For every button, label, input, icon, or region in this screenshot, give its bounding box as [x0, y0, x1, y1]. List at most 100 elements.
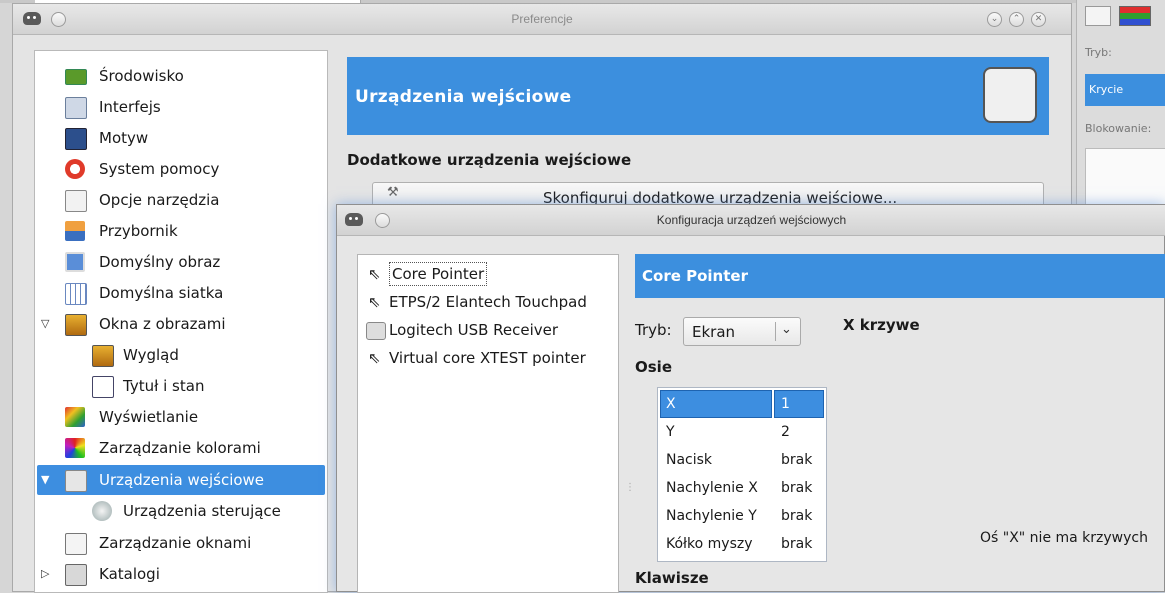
- dock-mode-value: Krycie: [1089, 83, 1124, 96]
- input-devices-dialog: Konfiguracja urządzeń wejściowych ⇖ Core…: [336, 204, 1165, 593]
- image-window-icon: [65, 314, 87, 336]
- axis-value[interactable]: brak: [781, 446, 812, 474]
- dialog-titlebar[interactable]: Konfiguracja urządzeń wejściowych: [337, 205, 1165, 236]
- dock-mode-label: Tryb:: [1085, 46, 1112, 59]
- usb-receiver-icon: [366, 322, 386, 340]
- tree-item-default-grid[interactable]: Domyślna siatka: [35, 278, 327, 308]
- category-tree[interactable]: Środowisko Interfejs Motyw System pomocy…: [34, 50, 328, 593]
- theme-icon: [65, 128, 87, 150]
- joystick-icon: [92, 501, 112, 521]
- dock-tab-icons[interactable]: [1085, 4, 1165, 30]
- device-header: Core Pointer: [635, 254, 1165, 298]
- close-button[interactable]: ✕: [1031, 12, 1046, 27]
- pane-handle[interactable]: ⋮: [625, 483, 635, 505]
- device-item-core-pointer[interactable]: ⇖ Core Pointer: [358, 260, 620, 288]
- axis-value[interactable]: brak: [781, 474, 812, 502]
- minimize-button[interactable]: ⌄: [987, 12, 1002, 27]
- window-title: Preferencje: [511, 12, 573, 26]
- axis-value[interactable]: brak: [781, 502, 812, 530]
- mode-select[interactable]: Ekran ⌄: [683, 317, 801, 346]
- device-label: Virtual core XTEST pointer: [389, 349, 586, 367]
- tree-item-label: Domyślna siatka: [99, 284, 224, 302]
- curves-title: X krzywe: [843, 316, 920, 334]
- window-management-icon: [65, 533, 87, 555]
- toolbox-icon: [65, 221, 85, 241]
- tree-item-label: Wygląd: [123, 346, 179, 364]
- tree-item-display[interactable]: Wyświetlanie: [35, 402, 327, 432]
- axis-value: 1: [781, 396, 790, 412]
- tool-options-icon: [65, 190, 87, 212]
- maximize-button[interactable]: ⌃: [1009, 12, 1024, 27]
- tree-item-color-management[interactable]: Zarządzanie kolorami: [35, 433, 327, 463]
- tree-item-appearance[interactable]: Wygląd: [35, 340, 327, 370]
- page-header: Urządzenia wejściowe: [347, 57, 1049, 135]
- interface-icon: [65, 97, 87, 119]
- tree-item-input-devices[interactable]: ▼ Urządzenia wejściowe: [37, 465, 325, 495]
- device-item-touchpad[interactable]: ⇖ ETPS/2 Elantech Touchpad: [358, 288, 620, 316]
- axis-name: Nacisk: [666, 452, 713, 468]
- tree-item-window-management[interactable]: Zarządzanie oknami: [35, 528, 327, 558]
- dock-mode-select[interactable]: Krycie: [1085, 74, 1165, 106]
- device-label: Core Pointer: [389, 262, 488, 286]
- dock-lock-label: Blokowanie:: [1085, 122, 1152, 135]
- tree-item-label: System pomocy: [99, 160, 220, 178]
- axes-row-selected[interactable]: [660, 390, 824, 418]
- tree-item-environment[interactable]: Środowisko: [35, 61, 327, 91]
- memory-chip-icon: [65, 69, 87, 85]
- device-label: Logitech USB Receiver: [389, 321, 559, 339]
- device-item-xtest-pointer[interactable]: ⇖ Virtual core XTEST pointer: [358, 344, 620, 372]
- axis-value[interactable]: 2: [781, 418, 790, 446]
- tree-item-interface[interactable]: Interfejs: [35, 92, 327, 122]
- tree-item-toolbox[interactable]: Przybornik: [35, 216, 327, 246]
- axis-value[interactable]: brak: [781, 530, 812, 558]
- tree-item-title-status[interactable]: Tytuł i stan: [35, 371, 327, 401]
- input-devices-icon: [65, 470, 87, 492]
- tree-item-label: Okna z obrazami: [99, 315, 226, 333]
- curves-message: Oś "X" nie ma krzywych: [980, 530, 1148, 546]
- dock-layers-area[interactable]: [1085, 148, 1165, 210]
- tree-item-label: Motyw: [99, 129, 149, 147]
- tree-item-label: Zarządzanie oknami: [99, 534, 252, 552]
- tree-item-help-system[interactable]: System pomocy: [35, 154, 327, 184]
- default-image-icon: [65, 252, 85, 272]
- device-item-usb-receiver[interactable]: Logitech USB Receiver: [358, 316, 620, 344]
- tree-item-input-controllers[interactable]: Urządzenia sterujące: [35, 496, 327, 526]
- tree-item-label: Tytuł i stan: [123, 377, 205, 395]
- expander-closed-icon[interactable]: ▷: [41, 559, 49, 589]
- tree-item-folders[interactable]: ▷ Katalogi: [35, 559, 327, 589]
- axes-table[interactable]: X 1 Y 2 Nacisk brak Nachylenie X brak Na…: [657, 387, 827, 562]
- color-management-icon: [65, 438, 85, 458]
- chevron-down-icon: ⌄: [781, 322, 792, 337]
- lifebuoy-icon: [65, 159, 85, 179]
- tree-item-image-windows[interactable]: ▽ Okna z obrazami: [35, 309, 327, 339]
- pointer-icon: ⇖: [368, 349, 381, 367]
- pointer-icon: ⇖: [368, 265, 381, 283]
- wrench-icon: ⚒: [387, 185, 399, 200]
- tree-item-label: Przybornik: [99, 222, 178, 240]
- page-title: Urządzenia wejściowe: [355, 87, 572, 107]
- layers-icon[interactable]: [1085, 6, 1111, 26]
- channels-icon[interactable]: [1119, 6, 1151, 26]
- expander-open-icon[interactable]: ▽: [41, 309, 49, 339]
- tree-item-tool-options[interactable]: Opcje narzędzia: [35, 185, 327, 215]
- mode-select-separator: [775, 322, 776, 341]
- display-icon: [65, 407, 85, 427]
- expander-open-icon[interactable]: ▼: [41, 465, 49, 495]
- dialog-title: Konfiguracja urządzeń wejściowych: [656, 213, 847, 227]
- preferences-titlebar[interactable]: Preferencje ⌄ ⌃ ✕: [13, 4, 1071, 35]
- tree-item-label: Środowisko: [99, 67, 184, 85]
- mode-label-text: Tryb:: [635, 321, 672, 339]
- axis-name-cell-selected[interactable]: [660, 390, 772, 418]
- device-list[interactable]: ⇖ Core Pointer ⇖ ETPS/2 Elantech Touchpa…: [357, 254, 619, 593]
- tree-item-theme[interactable]: Motyw: [35, 123, 327, 153]
- tree-item-label: Katalogi: [99, 565, 160, 583]
- tree-item-default-image[interactable]: Domyślny obraz: [35, 247, 327, 277]
- tree-item-label: Interfejs: [99, 98, 161, 116]
- axis-name: Kółko myszy: [666, 536, 753, 552]
- grid-icon: [65, 283, 87, 305]
- title-status-icon: [92, 376, 114, 398]
- mode-label: Tryb:: [635, 321, 672, 339]
- axis-name: Nachylenie X: [666, 480, 758, 496]
- tree-item-label: Domyślny obraz: [99, 253, 221, 271]
- tree-item-label: Opcje narzędzia: [99, 191, 220, 209]
